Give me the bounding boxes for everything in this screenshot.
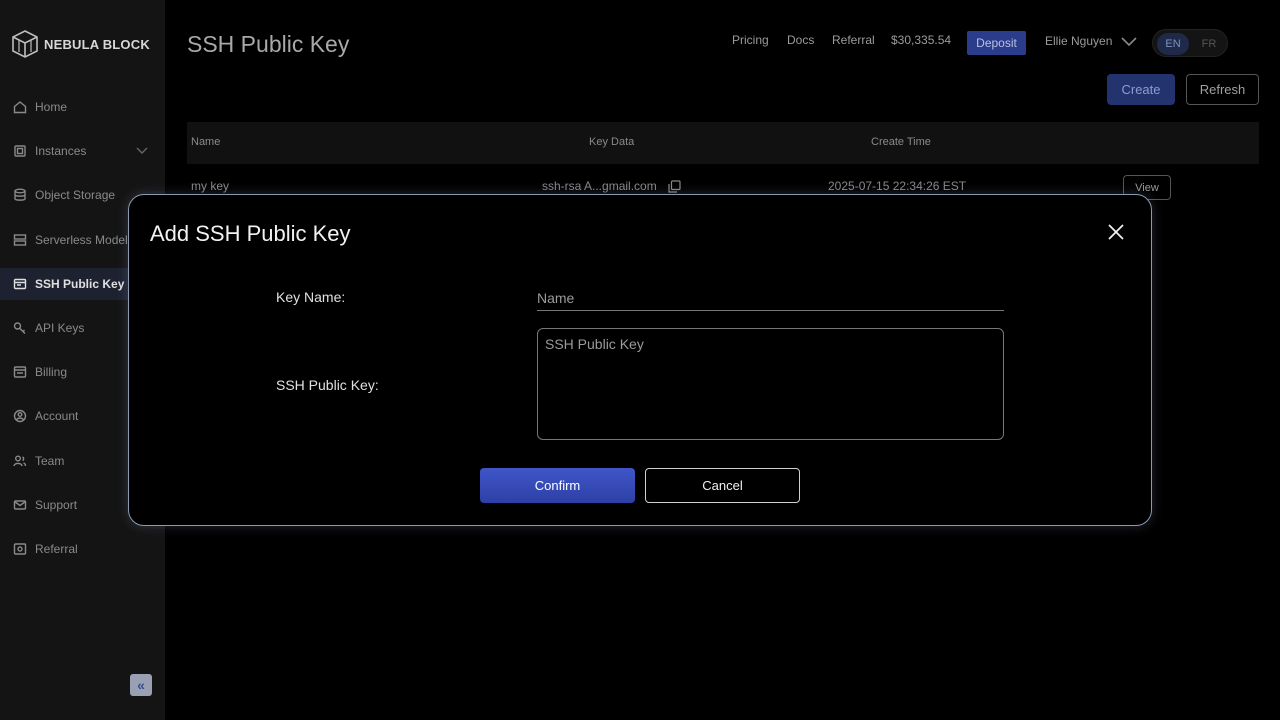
mail-icon xyxy=(13,498,27,512)
language-toggle[interactable]: EN FR xyxy=(1152,29,1228,57)
key-name-input[interactable] xyxy=(537,285,1004,311)
table-header: Name Key Data Create Time xyxy=(187,122,1259,164)
column-header-key-data: Key Data xyxy=(589,136,635,148)
page-title: SSH Public Key xyxy=(187,31,350,57)
account-icon xyxy=(13,409,27,423)
close-icon[interactable] xyxy=(1106,222,1126,242)
sidebar-item-home[interactable]: Home xyxy=(0,91,165,123)
sidebar-item-label: Account xyxy=(35,409,79,423)
sidebar-item-label: Team xyxy=(35,454,65,468)
sidebar-item-label: SSH Public Key xyxy=(35,277,125,291)
column-header-name: Name xyxy=(191,136,221,148)
key-name-label: Key Name: xyxy=(276,289,346,305)
sidebar-item-label: Object Storage xyxy=(35,188,116,202)
cancel-button[interactable]: Cancel xyxy=(645,468,800,503)
ssh-key-textarea[interactable] xyxy=(537,328,1004,440)
brand-logo[interactable]: NEBULA BLOCK xyxy=(12,30,150,58)
lang-fr-option[interactable]: FR xyxy=(1199,33,1219,55)
refresh-button[interactable]: Refresh xyxy=(1186,74,1259,105)
brand-name: NEBULA BLOCK xyxy=(44,36,150,52)
team-icon xyxy=(13,454,27,468)
modal-title: Add SSH Public Key xyxy=(150,221,351,246)
cell-name: my key xyxy=(191,179,230,193)
copy-icon[interactable] xyxy=(668,180,681,193)
key-icon xyxy=(13,321,27,335)
nav-link-pricing[interactable]: Pricing xyxy=(732,33,769,53)
lang-en-option[interactable]: EN xyxy=(1157,33,1189,55)
sidebar-item-instances[interactable]: Instances xyxy=(0,135,165,167)
create-button[interactable]: Create xyxy=(1107,74,1175,105)
referral-icon xyxy=(13,542,27,556)
cell-key-data: ssh-rsa A...gmail.com xyxy=(542,179,657,193)
server-icon xyxy=(13,233,27,247)
confirm-button[interactable]: Confirm xyxy=(480,468,635,503)
account-balance: $30,335.54 xyxy=(891,33,952,47)
user-menu-name[interactable]: Ellie Nguyen xyxy=(1045,34,1112,48)
nav-link-docs[interactable]: Docs xyxy=(787,33,814,53)
sidebar-item-label: Billing xyxy=(35,365,68,379)
ssh-key-label: SSH Public Key: xyxy=(276,377,379,393)
sidebar-item-label: Home xyxy=(35,100,68,114)
cell-create-time: 2025-07-15 22:34:26 EST xyxy=(828,179,967,193)
chevron-down-icon[interactable] xyxy=(136,146,148,156)
billing-icon xyxy=(13,365,27,379)
column-header-create-time: Create Time xyxy=(871,136,931,148)
sidebar-item-label: API Keys xyxy=(35,321,85,335)
sidebar-item-label: Referral xyxy=(35,542,78,556)
database-icon xyxy=(13,188,27,202)
sidebar-item-label: Support xyxy=(35,498,78,512)
home-icon xyxy=(13,100,27,114)
cube-logo-icon xyxy=(12,30,38,58)
sidebar-item-label: Instances xyxy=(35,144,87,158)
nav-link-referral[interactable]: Referral xyxy=(832,33,875,53)
chevron-down-icon[interactable] xyxy=(1121,36,1137,48)
deposit-button[interactable]: Deposit xyxy=(967,31,1026,55)
ssh-key-icon xyxy=(13,277,27,291)
sidebar-item-label: Serverless Models xyxy=(35,233,134,247)
instances-icon xyxy=(13,144,27,158)
collapse-sidebar-button[interactable]: « xyxy=(130,674,152,696)
sidebar-item-referral[interactable]: Referral xyxy=(0,533,165,565)
add-ssh-key-modal: Add SSH Public Key Key Name: SSH Public … xyxy=(128,194,1152,526)
